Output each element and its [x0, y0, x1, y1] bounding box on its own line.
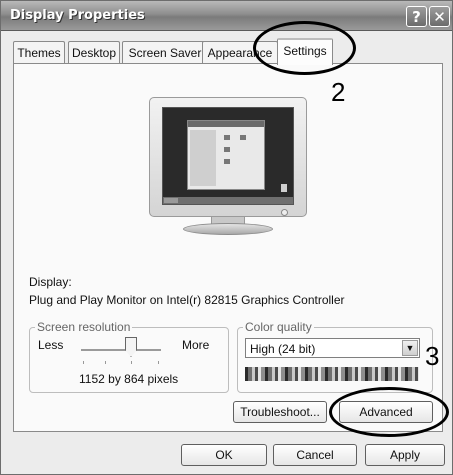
slider-tick — [158, 361, 159, 364]
slider-tick — [131, 361, 132, 364]
close-icon: ✕ — [433, 7, 446, 26]
display-properties-window: Display Properties ? ✕ Themes Desktop Sc… — [0, 0, 453, 475]
monitor-preview — [149, 97, 307, 237]
help-icon: ? — [412, 7, 421, 26]
advanced-button[interactable]: Advanced — [339, 401, 433, 423]
start-button-icon — [164, 198, 178, 203]
resolution-slider-track[interactable] — [81, 349, 161, 351]
recycle-bin-icon — [281, 184, 287, 192]
tab-appearance[interactable]: Appearance — [202, 41, 278, 63]
ok-button[interactable]: OK — [181, 444, 267, 466]
power-led-icon — [281, 209, 288, 216]
tab-screen-saver[interactable]: Screen Saver — [122, 41, 208, 63]
tab-themes[interactable]: Themes — [13, 41, 65, 63]
monitor-base — [183, 223, 273, 235]
desktop-preview — [162, 107, 294, 205]
color-quality-preview — [245, 367, 419, 381]
annotation-number-3: 3 — [425, 341, 440, 371]
window-title: Display Properties — [10, 8, 145, 23]
apply-button[interactable]: Apply — [365, 444, 445, 466]
display-device-name: Plug and Play Monitor on Intel(r) 82815 … — [29, 293, 345, 307]
resolution-more-label: More — [182, 338, 210, 352]
help-button[interactable]: ? — [406, 6, 427, 27]
close-button[interactable]: ✕ — [429, 6, 450, 27]
cancel-button[interactable]: Cancel — [273, 444, 357, 466]
screen-resolution-legend: Screen resolution — [35, 320, 133, 334]
slider-tick — [105, 361, 106, 364]
title-bar[interactable]: Display Properties ? ✕ — [1, 1, 452, 31]
monitor-bezel — [149, 97, 307, 217]
preview-window — [187, 120, 265, 190]
resolution-less-label: Less — [38, 338, 64, 352]
annotation-number-2: 2 — [331, 77, 346, 107]
color-quality-legend: Color quality — [243, 320, 314, 334]
preview-taskbar — [163, 197, 293, 204]
color-quality-value: High (24 bit) — [250, 342, 316, 356]
color-quality-group — [237, 327, 433, 393]
tab-settings[interactable]: Settings — [277, 38, 333, 65]
troubleshoot-button[interactable]: Troubleshoot... — [233, 401, 327, 423]
resolution-value: 1152 by 864 pixels — [79, 372, 179, 386]
chevron-down-icon[interactable]: ▼ — [402, 340, 418, 356]
tab-desktop[interactable]: Desktop — [68, 41, 120, 63]
display-label: Display: — [29, 275, 72, 289]
color-quality-select[interactable]: High (24 bit) ▼ — [245, 338, 420, 358]
slider-tick — [83, 361, 84, 364]
